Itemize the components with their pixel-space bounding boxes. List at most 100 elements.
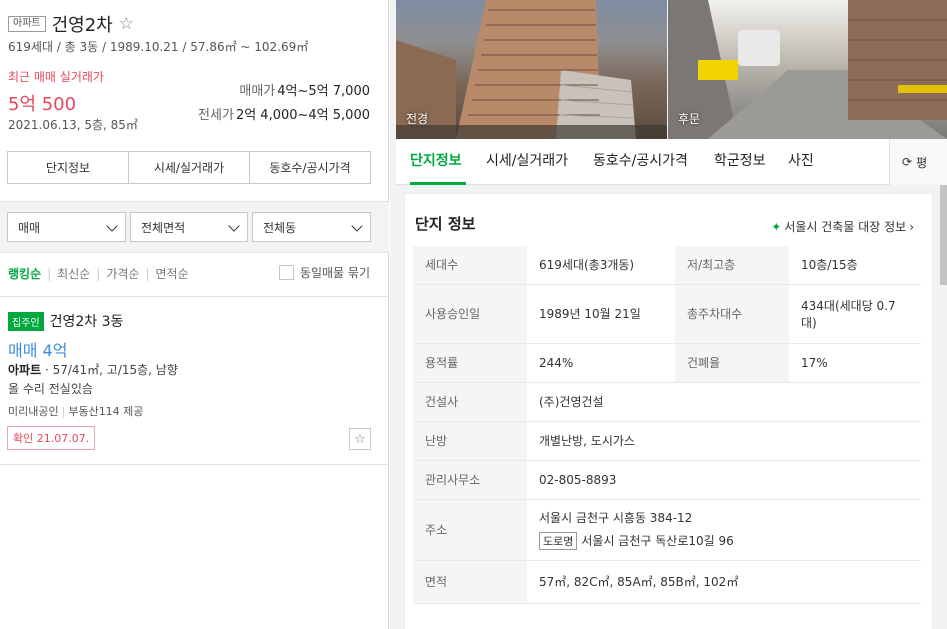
left-tab-complex-info[interactable]: 단지정보 [8,152,129,183]
sort-ranking[interactable]: 랭킹순 [8,265,47,282]
complex-summary: 619세대 / 총 3동 / 1989.10.21 / 57.86㎡ ~ 102… [8,40,309,54]
apartment-building-image [396,0,667,139]
info-card-title: 단지 정보 [415,215,476,233]
tab-unit-price[interactable]: 동호수/공시가격 [593,150,688,170]
tab-complex-info[interactable]: 단지정보 [410,150,462,170]
address-cell: 서울시 금천구 시흥동 384-12 도로명 서울시 금천구 독산로10길 96 [527,499,921,561]
tab-school-info[interactable]: 학군정보 [714,150,766,170]
floors-label: 저/최고층 [675,246,789,285]
floor-area-ratio-value: 244% [527,343,675,383]
approval-date-value: 1989년 10월 21일 [527,284,675,344]
chevron-down-icon [228,220,240,232]
sort-latest[interactable]: 최신순 [51,265,96,282]
complex-title-row: 아파트 건영2차 ☆ [8,11,134,37]
building-coverage-label: 건폐율 [675,343,789,383]
active-tab-underline [410,182,466,185]
households-value: 619세대(총3개동) [527,246,675,285]
listing-description: 올 수리 전실있슴 [8,382,93,396]
complex-info-table: 세대수 619세대(총3개동) 저/최고층 10층/15층 사용승인일 1989… [413,246,921,604]
left-tab-unit-price[interactable]: 동호수/공시가격 [250,152,370,183]
detail-tab-bar: 단지정보 시세/실거래가 동호수/공시가격 학군정보 사진 ⟳ 평 [396,139,947,185]
area-value: 전체면적 [141,220,186,235]
photo-front-view[interactable]: 전경 [396,0,667,139]
scrollbar-thumb[interactable] [940,185,947,285]
complex-photo-strip: 전경 후문 [396,0,947,139]
area-select[interactable]: 전체면적 [130,212,248,242]
households-label: 세대수 [413,246,527,285]
road-address-row: 도로명 서울시 금천구 독산로10길 96 [539,532,909,550]
seoul-logo-icon: ✦ [771,219,782,234]
sale-price-label: 매매가 [239,84,276,99]
trade-type-select[interactable]: 매매 [7,212,126,242]
table-row: 세대수 619세대(총3개동) 저/최고층 10층/15층 [413,246,921,285]
listing-spec-detail: · 57/41㎡, 고/15층, 남향 [41,363,178,377]
property-type-tag: 아파트 [8,16,46,32]
builder-label: 건설사 [413,382,527,422]
building-select[interactable]: 전체동 [252,212,371,242]
photo-front-label: 전경 [406,112,429,126]
table-row: 면적 57㎡, 82C㎡, 85A㎡, 85B㎡, 102㎡ [413,560,921,604]
area-unit-label: 평 [916,155,928,170]
area-label: 면적 [413,560,527,604]
agent-name: 미리내공인 [8,405,59,418]
owner-badge: 집주인 [8,311,44,331]
chevron-right-icon: › [909,219,914,234]
listing-price: 매매 4억 [8,341,68,360]
table-row: 주소 서울시 금천구 시흥동 384-12 도로명 서울시 금천구 독산로10길 … [413,499,921,561]
table-row: 난방 개별난방, 도시가스 [413,421,921,461]
floors-value: 10층/15층 [789,246,921,285]
listing-header: 집주인 건영2차 3동 [8,311,123,331]
listing-spec: 아파트 · 57/41㎡, 고/15층, 남향 [8,361,178,378]
back-gate-image [668,0,947,139]
area-unit-toggle-button[interactable]: ⟳ 평 [889,139,947,185]
listing-agent: 미리내공인 | 부동산114 제공 [8,403,143,419]
complex-info-card: 단지 정보 ✦ 서울시 건축물 대장 정보 › 세대수 619세대(총3개동) … [404,193,933,629]
complex-summary-panel: 아파트 건영2차 ☆ 619세대 / 총 3동 / 1989.10.21 / 5… [0,0,389,629]
lot-address: 서울시 금천구 시흥동 384-12 [539,511,693,525]
group-same-listings-checkbox[interactable] [278,265,294,280]
trade-type-value: 매매 [18,220,41,235]
management-office-phone: 02-805-8893 [527,460,921,500]
left-tab-market-price[interactable]: 시세/실거래가 [129,152,250,183]
heating-value: 개별난방, 도시가스 [527,421,921,461]
tab-photos[interactable]: 사진 [788,150,814,170]
refresh-icon: ⟳ [902,155,913,169]
chevron-down-icon [106,220,118,232]
area-list-value: 57㎡, 82C㎡, 85A㎡, 85B㎡, 102㎡ [527,560,921,604]
group-same-listings[interactable]: 동일매물 묶기 [278,264,370,281]
chevron-down-icon [351,220,363,232]
listing-favorite-star-icon[interactable]: ☆ [349,428,371,450]
road-address-tag: 도로명 [539,532,578,550]
favorite-star-icon[interactable]: ☆ [119,14,134,34]
group-same-listings-label: 동일매물 묶기 [299,266,370,280]
building-registry-link[interactable]: ✦ 서울시 건축물 대장 정보 › [771,218,914,235]
listing-spec-type: 아파트 [8,363,42,377]
jeonse-price-value: 2억 4,000~4억 5,000 [235,108,370,123]
building-value: 전체동 [263,220,297,235]
filter-bar: 매매 전체면적 전체동 [0,201,389,253]
jeonse-price-range: 전세가 2억 4,000~4억 5,000 [198,104,370,123]
building-registry-label: 서울시 건축물 대장 정보 [784,220,907,234]
table-row: 용적률 244% 건폐율 17% [413,343,921,383]
listing-title[interactable]: 건영2차 3동 [50,311,124,331]
tab-market-price[interactable]: 시세/실거래가 [486,150,568,170]
jeonse-price-label: 전세가 [198,108,234,123]
list-item[interactable]: 집주인 건영2차 3동 매매 4억 아파트 · 57/41㎡, 고/15층, 남… [0,297,389,465]
photo-back-gate[interactable]: 후문 [668,0,947,139]
address-label: 주소 [413,499,527,561]
heating-label: 난방 [413,421,527,461]
agent-divider: | [61,405,66,418]
recent-trade-price: 5억 500 [8,94,77,115]
road-address: 서울시 금천구 독산로10길 96 [581,534,734,548]
approval-date-label: 사용승인일 [413,284,527,344]
left-tab-bar: 단지정보 시세/실거래가 동호수/공시가격 [7,151,371,184]
sort-price[interactable]: 가격순 [100,265,145,282]
table-row: 관리사무소 02-805-8893 [413,460,921,500]
sort-area[interactable]: 면적순 [150,265,195,282]
complex-detail-panel: 전경 후문 단지정보 시세/실거래가 동호수/공시가격 학군정보 사진 ⟳ 평 … [390,0,947,629]
management-office-label: 관리사무소 [413,460,527,500]
parking-label: 총주차대수 [675,284,789,344]
recent-trade-date: 2021.06.13, 5층, 85㎡ [8,118,138,132]
table-row: 건설사 (주)건영건설 [413,382,921,422]
complex-name: 건영2차 [51,15,113,36]
